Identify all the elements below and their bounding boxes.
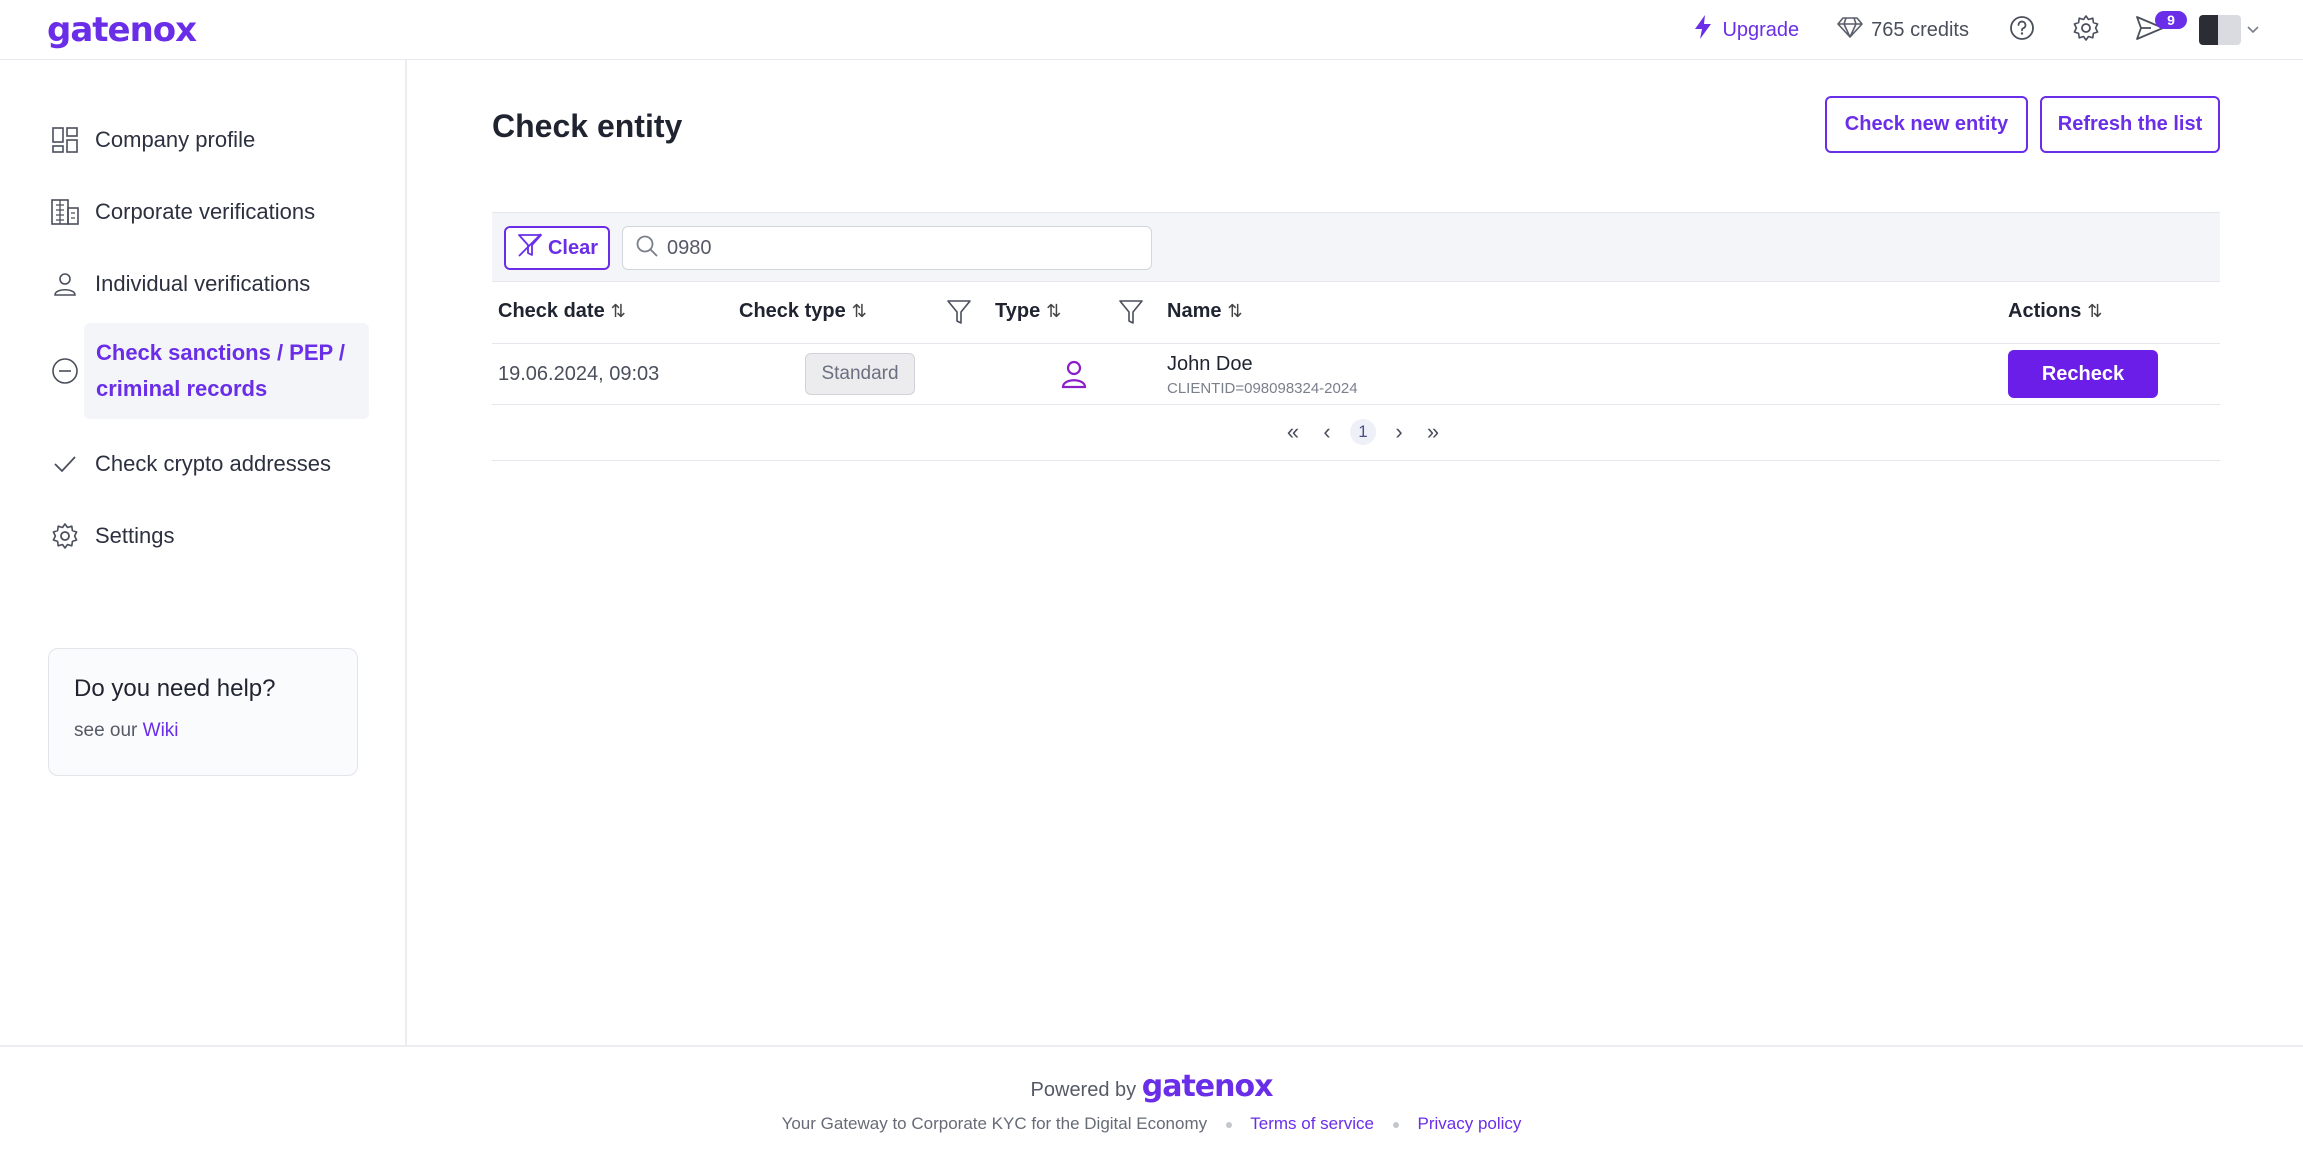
check-date-cell: 19.06.2024, 09:03: [498, 363, 660, 385]
search-field[interactable]: [622, 226, 1152, 270]
divider: [492, 460, 2220, 461]
sidebar-item-individual-verifications[interactable]: Individual verifications: [47, 266, 310, 302]
filter-clear-icon: [516, 232, 544, 264]
sort-icon: ⇅: [1046, 301, 1062, 321]
gear-icon: [47, 518, 83, 554]
column-header-check-type[interactable]: Check type ⇅: [739, 300, 867, 323]
footer-tagline: Your Gateway to Corporate KYC for the Di…: [781, 1114, 1208, 1133]
column-header-label: Type: [995, 300, 1041, 322]
column-header-check-date[interactable]: Check date ⇅: [498, 300, 626, 323]
sort-icon: ⇅: [851, 301, 867, 321]
notification-badge: 9: [2155, 11, 2187, 29]
search-input[interactable]: [667, 236, 1127, 260]
next-page-icon[interactable]: ›: [1388, 419, 1410, 445]
first-page-icon[interactable]: «: [1282, 419, 1304, 445]
recheck-button[interactable]: Recheck: [2008, 350, 2158, 398]
sidebar-item-corporate-verifications[interactable]: Corporate verifications: [47, 194, 315, 230]
person-icon: [1060, 359, 1088, 394]
top-bar: gatenox Upgrade 765 credits 9: [0, 0, 2303, 60]
check-icon: [47, 446, 83, 482]
powered-by: Powered by gatenox: [0, 1069, 2303, 1104]
user-menu[interactable]: [2199, 15, 2259, 45]
pagination: « ‹ 1 › »: [1282, 419, 1444, 445]
clear-label: Clear: [547, 236, 599, 259]
column-header-label: Name: [1167, 300, 1222, 322]
top-bar-actions: Upgrade 765 credits 9: [1692, 0, 2259, 60]
wiki-link[interactable]: Wiki: [143, 720, 179, 741]
entity-name: John Doe: [1167, 353, 1253, 375]
separator-dot: [1225, 1121, 1232, 1128]
column-header-type[interactable]: Type ⇅: [995, 300, 1061, 323]
filter-icon[interactable]: [946, 298, 972, 331]
column-header-label: Check date: [498, 300, 605, 322]
filter-bar: Clear: [492, 212, 2220, 282]
upgrade-label: Upgrade: [1722, 18, 1800, 41]
column-header-actions[interactable]: Actions ⇅: [2008, 300, 2102, 323]
sidebar-item-label: Individual verifications: [95, 271, 311, 296]
page-title: Check entity: [492, 108, 683, 144]
clear-filters-button[interactable]: Clear: [504, 226, 610, 270]
settings-button[interactable]: [2071, 14, 2101, 47]
credits-label: 765 credits: [1871, 18, 1969, 41]
refresh-list-button[interactable]: Refresh the list: [2040, 96, 2220, 153]
sidebar-item-check-crypto-addresses[interactable]: Check crypto addresses: [47, 446, 331, 482]
sidebar-item-label: Check crypto addresses: [95, 451, 331, 476]
divider: [492, 343, 2220, 344]
help-title: Do you need help?: [74, 675, 276, 702]
check-new-entity-button[interactable]: Check new entity: [1825, 96, 2028, 153]
chevron-down-icon: [2247, 21, 2259, 39]
sidebar-item-label: Corporate verifications: [95, 199, 316, 224]
sidebar-item-company-profile[interactable]: Company profile: [47, 122, 255, 158]
terms-link[interactable]: Terms of service: [1250, 1114, 1374, 1133]
sidebar-item-label: Company profile: [95, 127, 256, 152]
sidebar: Company profile Corporate verifications …: [0, 60, 407, 1045]
avatar: [2199, 15, 2241, 45]
separator-dot: [1392, 1121, 1399, 1128]
credits-indicator: 765 credits: [1837, 16, 1969, 44]
column-header-label: Actions: [2008, 300, 2082, 322]
last-page-icon[interactable]: »: [1422, 419, 1444, 445]
question-circle-icon: [2009, 15, 2035, 46]
diamond-icon: [1837, 16, 1863, 44]
upgrade-button[interactable]: Upgrade: [1692, 14, 1799, 46]
help-button[interactable]: [2007, 15, 2037, 45]
sort-icon: ⇅: [2087, 301, 2103, 321]
client-id: CLIENTID=098098324-2024: [1167, 380, 1358, 397]
user-icon: [47, 266, 83, 302]
search-icon: [635, 234, 659, 263]
sort-icon: ⇅: [610, 301, 626, 321]
footer-links: Your Gateway to Corporate KYC for the Di…: [0, 1114, 2303, 1134]
column-header-label: Check type: [739, 300, 846, 322]
help-card: Do you need help? see our Wiki: [48, 648, 358, 776]
sidebar-item-label: Settings: [95, 523, 175, 548]
notifications-button[interactable]: 9: [2135, 11, 2187, 45]
grid-icon: [47, 122, 83, 158]
column-header-name[interactable]: Name ⇅: [1167, 300, 1243, 323]
help-text: see our Wiki: [74, 720, 179, 742]
privacy-link[interactable]: Privacy policy: [1417, 1114, 1521, 1133]
filter-icon[interactable]: [1118, 298, 1144, 331]
check-type-badge: Standard: [805, 353, 915, 395]
minus-circle-icon: [47, 353, 83, 389]
help-text-prefix: see our: [74, 720, 138, 741]
sort-icon: ⇅: [1227, 301, 1243, 321]
building-icon: [47, 194, 83, 230]
footer: Powered by gatenox Your Gateway to Corpo…: [0, 1045, 2303, 1163]
footer-logo: gatenox: [1141, 1069, 1274, 1104]
sidebar-item-label: Check sanctions / PEP / criminal records: [96, 340, 346, 401]
lightning-icon: [1692, 14, 1714, 46]
divider: [492, 404, 2220, 405]
page-number[interactable]: 1: [1350, 419, 1376, 445]
app-logo[interactable]: gatenox: [47, 10, 197, 50]
gear-icon: [2072, 14, 2100, 47]
previous-page-icon[interactable]: ‹: [1316, 419, 1338, 445]
sidebar-item-settings[interactable]: Settings: [47, 518, 175, 554]
powered-by-label: Powered by: [1030, 1079, 1137, 1101]
